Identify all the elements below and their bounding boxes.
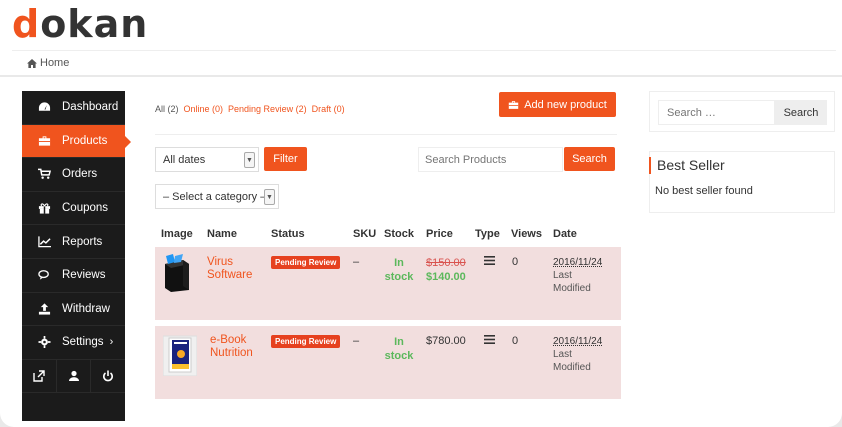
sku-value: – [353,256,360,268]
search-products-button[interactable]: Search [564,147,615,171]
user-icon [68,370,79,381]
chevron-right-icon: › [109,336,114,349]
category-select[interactable]: – Select a category – ▼ [155,184,279,209]
price-cell: $150.00 $140.00 [426,256,466,284]
sidebar-item-label: Withdraw [62,302,110,315]
toolbar-divider [155,134,617,135]
date-filter-value: All dates [163,153,206,166]
sidebar-item-coupons[interactable]: Coupons [22,192,125,226]
sidebar-item-label: Dashboard [62,101,119,114]
filter-all[interactable]: All (2) [155,104,179,114]
logout-button[interactable] [91,360,125,392]
date-cell: 2016/11/24 Last Modified [553,336,603,373]
chart-icon [34,236,54,248]
product-name-link[interactable]: e-Book Nutrition [210,334,253,360]
column-header-views: Views [511,228,542,240]
content-divider [0,75,842,77]
filter-button[interactable]: Filter [264,147,307,171]
external-link-icon [33,370,45,382]
date-cell: 2016/11/24 Last Modified [553,257,603,294]
sidebar-item-label: Orders [62,168,98,181]
header-divider [12,50,836,51]
search-products-input[interactable] [418,147,563,172]
regular-price: $150.00 [426,257,466,269]
sidebar-item-label: Coupons [62,202,109,215]
cart-icon [34,168,54,180]
dashboard-icon [34,101,54,113]
column-header-stock: Stock [384,228,414,240]
chevron-down-icon: ▼ [264,189,275,205]
upload-icon [34,303,54,315]
power-icon [103,370,114,382]
column-header-status: Status [271,228,305,240]
sidebar-item-label: Products [62,134,108,147]
category-select-value: – Select a category – [163,190,267,203]
sidebar-item-reports[interactable]: Reports [22,225,125,259]
table-header: Image Name Status SKU Stock Price Type V… [155,222,621,246]
stock-status: In stock [384,257,414,283]
breadcrumb-home[interactable]: Home [40,57,69,69]
views-count: 0 [512,256,519,268]
status-badge: Pending Review [271,256,341,269]
simple-product-icon [484,256,495,268]
briefcase-icon [34,135,54,147]
profile-button[interactable] [57,359,92,392]
filter-online[interactable]: Online (0) [184,104,224,114]
comments-icon [34,269,54,281]
sidebar-item-orders[interactable]: Orders [22,158,125,192]
visit-store-button[interactable] [22,359,57,392]
table-row[interactable]: Virus Software Pending Review – In stock… [155,247,621,320]
sidebar-item-withdraw[interactable]: Withdraw [22,293,125,327]
best-seller-empty-text: No best seller found [655,185,753,197]
modified-date: 2016/11/24 [553,336,603,347]
products-table: Image Name Status SKU Stock Price Type V… [155,222,621,399]
simple-product-icon [484,335,495,347]
status-filters: All (2) Online (0) Pending Review (2) Dr… [155,104,345,114]
briefcase-icon [509,100,519,109]
sidebar-item-reviews[interactable]: Reviews [22,259,125,293]
sidebar-item-dashboard[interactable]: Dashboard [22,91,125,125]
site-search-input[interactable] [658,100,775,125]
views-count: 0 [512,335,519,347]
breadcrumb[interactable]: Home [27,57,69,69]
column-header-image: Image [161,228,193,240]
price-value: $780.00 [426,335,466,347]
sidebar-item-label: Reviews [62,269,106,282]
modified-date: 2016/11/24 [553,257,603,268]
product-thumbnail-ebook[interactable] [162,334,198,379]
home-icon [27,58,37,68]
chevron-down-icon: ▼ [244,152,255,168]
product-thumbnail-software-box[interactable] [161,254,193,295]
status-badge: Pending Review [271,335,341,348]
filter-draft[interactable]: Draft (0) [312,104,345,114]
table-row[interactable]: e-Book Nutrition Pending Review – In sto… [155,326,621,399]
site-search-button[interactable]: Search [775,100,827,125]
filter-pending-review[interactable]: Pending Review (2) [228,104,307,114]
sidebar-item-products[interactable]: Products [22,124,131,159]
column-header-date: Date [553,228,577,240]
page: dokan Home Dashboard Products Orders Cou… [0,0,842,427]
stock-status: In stock [384,336,414,362]
sku-value: – [353,335,360,347]
column-header-name: Name [207,228,237,240]
sidebar-bottom-actions [22,359,125,393]
column-header-type: Type [475,228,500,240]
gift-icon [34,202,54,214]
site-logo[interactable]: dokan [12,2,148,46]
dashboard-sidebar: Dashboard Products Orders Coupons Report… [22,91,131,421]
best-seller-title: Best Seller [649,157,725,174]
column-header-price: Price [426,228,453,240]
sidebar-item-label: Settings [62,336,104,349]
product-name-link[interactable]: Virus Software [207,256,252,282]
column-header-sku: SKU [353,228,377,240]
add-new-product-button[interactable]: Add new product [499,92,616,117]
add-new-product-label: Add new product [524,98,607,111]
sidebar-item-label: Reports [62,235,103,248]
date-filter-select[interactable]: All dates ▼ [155,147,259,172]
sale-price: $140.00 [426,271,466,283]
sidebar-item-settings[interactable]: Settings › [22,326,125,360]
gear-icon [34,336,54,349]
